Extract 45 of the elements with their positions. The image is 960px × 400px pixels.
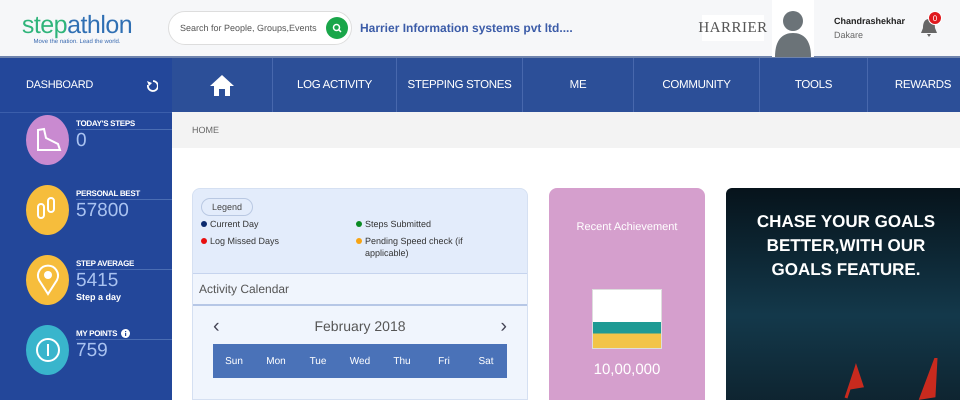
next-month-button[interactable]: › <box>500 318 507 334</box>
stat-value: 5415 <box>76 270 120 292</box>
banner-headline: BETTER,WITH OUR <box>766 235 926 257</box>
weekday-label: Mon <box>265 356 287 366</box>
home-icon <box>209 73 235 97</box>
legend-label-text: Log Missed Days <box>210 235 280 247</box>
search-bar[interactable]: Search for People, Groups,Events <box>168 11 352 45</box>
stat-label: MY POINTS <box>76 329 118 338</box>
legend-label-text: Pending Speed check (if applicable) <box>365 235 464 259</box>
achievement-title: Recent Achievement <box>576 221 678 233</box>
search-icon <box>332 23 342 33</box>
user-name[interactable]: Chandrashekhar <box>834 16 920 26</box>
stat-value: 0 <box>76 130 88 152</box>
calendar-title: Activity Calendar <box>193 273 527 306</box>
stat-value: 759 <box>76 340 109 362</box>
notification-count: 0 <box>928 11 942 25</box>
weekday-label: Fri <box>437 356 451 366</box>
bell-icon <box>920 17 938 37</box>
legend-label-text: Steps Submitted <box>365 218 432 230</box>
previous-month-button[interactable]: ‹ <box>213 318 220 334</box>
weekday-label: Tue <box>308 356 328 366</box>
user-surname: Dakare <box>834 30 864 40</box>
weekday-label: Wed <box>348 356 372 366</box>
stat-label: STEP AVERAGE <box>76 259 134 268</box>
legend-label-text: Current Day <box>210 218 260 230</box>
banner-headline: GOALS FEATURE. <box>770 259 922 281</box>
search-field[interactable]: Search for People, Groups,Events <box>178 22 326 34</box>
achievement-value: 10,00,000 <box>594 361 660 378</box>
dashboard-title: DASHBOARD <box>26 79 93 91</box>
breadcrumb-link[interactable]: HOME <box>192 125 219 135</box>
weekday-label: Thu <box>392 356 412 366</box>
certificate-thumbnail[interactable] <box>592 289 662 349</box>
month-title: February 2018 <box>314 318 406 334</box>
banner-headline: CHASE YOUR GOALS <box>756 211 936 233</box>
refresh-icon <box>144 78 158 92</box>
weekday-label: Sat <box>477 356 494 366</box>
stat-label: TODAY'S STEPS <box>76 119 135 128</box>
goals-banner[interactable]: CHASE YOUR GOALS BETTER,WITH OUR GOALS FEATURE. <box>726 188 960 400</box>
search-button[interactable] <box>326 17 348 39</box>
weekday-label: Sun <box>224 356 244 366</box>
stat-label: PERSONAL BEST <box>76 189 140 198</box>
company-name: Harrier Information systems pvt ltd.... <box>360 21 573 35</box>
legend-label: Legend <box>201 198 254 216</box>
stat-note: Step a day <box>76 292 122 302</box>
stat-value: 57800 <box>76 200 130 222</box>
